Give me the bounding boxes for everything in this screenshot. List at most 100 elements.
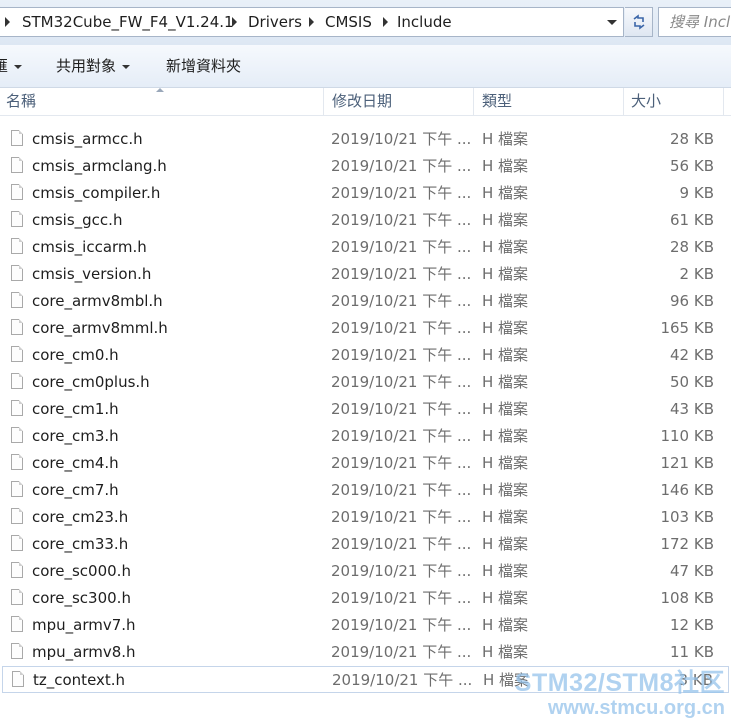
file-modified-date: 2019/10/21 下午 ... (331, 589, 472, 607)
column-header-size[interactable]: 大小 (631, 88, 661, 115)
address-dropdown-icon[interactable] (607, 20, 617, 25)
file-modified-date: 2019/10/21 下午 ... (331, 130, 472, 148)
file-row[interactable]: core_armv8mbl.h 2019/10/21 下午 ... H 檔案 96 K… (0, 288, 731, 315)
file-row[interactable]: core_cm7.h 2019/10/21 下午 ... H 檔案 146 KB (0, 477, 731, 504)
sort-ascending-icon (156, 88, 164, 92)
address-bar: STM32Cube_FW_F4_V1.24.1 Drivers CMSIS In… (0, 0, 731, 45)
file-name: core_cm1.h (32, 400, 119, 418)
breadcrumb-item-include[interactable]: Include (397, 8, 452, 36)
file-row[interactable]: core_cm0plus.h 2019/10/21 下午 ... H 檔案 50 KB (0, 369, 731, 396)
file-size: 121 KB (660, 454, 714, 472)
file-size: 61 KB (670, 211, 714, 229)
command-bar: 匯 共用對象 新增資料夾 (0, 45, 731, 88)
file-icon (11, 292, 23, 308)
file-row[interactable]: core_cm33.h 2019/10/21 下午 ... H 檔案 172 KB (0, 531, 731, 558)
column-divider[interactable] (623, 88, 624, 115)
file-icon (11, 508, 23, 524)
file-row[interactable]: core_armv8mml.h 2019/10/21 下午 ... H 檔案 165 … (0, 315, 731, 342)
file-icon (11, 373, 23, 389)
file-size: 146 KB (660, 481, 714, 499)
file-name: mpu_armv7.h (32, 616, 136, 634)
file-name: cmsis_iccarm.h (32, 238, 147, 256)
file-row[interactable]: tz_context.h 2019/10/21 下午 ... H 檔案 3 KB (2, 666, 729, 693)
file-row[interactable]: core_sc000.h 2019/10/21 下午 ... H 檔案 47 KB (0, 558, 731, 585)
file-modified-date: 2019/10/21 下午 ... (331, 319, 472, 337)
file-name: core_cm0.h (32, 346, 119, 364)
file-icon (12, 671, 24, 687)
file-row[interactable]: cmsis_iccarm.h 2019/10/21 下午 ... H 檔案 28 KB (0, 234, 731, 261)
file-size: 172 KB (660, 535, 714, 553)
refresh-button[interactable] (625, 7, 653, 37)
file-row[interactable]: cmsis_armclang.h 2019/10/21 下午 ... H 檔案 56 … (0, 153, 731, 180)
file-type: H 檔案 (482, 562, 529, 580)
file-size: 43 KB (670, 400, 714, 418)
breadcrumb-separator-icon[interactable] (309, 17, 314, 27)
file-row[interactable]: core_cm1.h 2019/10/21 下午 ... H 檔案 43 KB (0, 396, 731, 423)
column-divider[interactable] (723, 88, 724, 115)
share-with-label: 共用對象 (56, 57, 117, 75)
breadcrumb-separator-icon[interactable] (232, 17, 237, 27)
organize-label: 匯 (0, 57, 9, 75)
file-row[interactable]: cmsis_compiler.h 2019/10/21 下午 ... H 檔案 9 K… (0, 180, 731, 207)
file-icon (11, 643, 23, 659)
file-row[interactable]: cmsis_version.h 2019/10/21 下午 ... H 檔案 2 KB (0, 261, 731, 288)
breadcrumb-separator-icon[interactable] (5, 17, 10, 27)
file-size: 165 KB (660, 319, 714, 337)
chevron-down-icon (122, 64, 131, 69)
watermark-url: www.stmcu.org.cn (547, 697, 725, 719)
file-name: core_armv8mml.h (32, 319, 168, 337)
file-icon (11, 481, 23, 497)
file-row[interactable]: mpu_armv7.h 2019/10/21 下午 ... H 檔案 12 KB (0, 612, 731, 639)
column-header-modified[interactable]: 修改日期 (332, 88, 392, 115)
file-modified-date: 2019/10/21 下午 ... (331, 481, 472, 499)
file-row[interactable]: core_cm3.h 2019/10/21 下午 ... H 檔案 110 KB (0, 423, 731, 450)
file-type: H 檔案 (482, 265, 529, 283)
breadcrumb[interactable]: STM32Cube_FW_F4_V1.24.1 Drivers CMSIS In… (0, 7, 624, 37)
file-row[interactable]: cmsis_armcc.h 2019/10/21 下午 ... H 檔案 28 KB (0, 126, 731, 153)
search-input[interactable]: 搜尋 Inclu (658, 7, 731, 37)
column-divider[interactable] (323, 88, 324, 115)
file-modified-date: 2019/10/21 下午 ... (331, 562, 472, 580)
organize-button[interactable]: 匯 (0, 45, 23, 87)
file-icon (11, 616, 23, 632)
file-row[interactable]: core_sc300.h 2019/10/21 下午 ... H 檔案 108 KB (0, 585, 731, 612)
file-type: H 檔案 (482, 454, 529, 472)
file-icon (11, 157, 23, 173)
file-size: 2 KB (679, 265, 714, 283)
file-row[interactable]: mpu_armv8.h 2019/10/21 下午 ... H 檔案 11 KB (0, 639, 731, 666)
file-row[interactable]: core_cm23.h 2019/10/21 下午 ... H 檔案 103 KB (0, 504, 731, 531)
file-icon (11, 211, 23, 227)
file-icon (11, 184, 23, 200)
column-divider[interactable] (473, 88, 474, 115)
chevron-down-icon (14, 64, 23, 69)
breadcrumb-item-drivers[interactable]: Drivers (248, 8, 302, 36)
file-size: 50 KB (670, 373, 714, 391)
file-row[interactable]: core_cm0.h 2019/10/21 下午 ... H 檔案 42 KB (0, 342, 731, 369)
column-header-type[interactable]: 類型 (482, 88, 512, 115)
column-header-name[interactable]: 名稱 (6, 88, 36, 115)
file-type: H 檔案 (482, 319, 529, 337)
file-type: H 檔案 (482, 211, 529, 229)
file-icon (11, 589, 23, 605)
file-size: 42 KB (670, 346, 714, 364)
file-name: tz_context.h (33, 671, 126, 689)
file-type: H 檔案 (482, 643, 529, 661)
breadcrumb-item-cmsis[interactable]: CMSIS (325, 8, 372, 36)
new-folder-button[interactable]: 新增資料夾 (166, 45, 241, 87)
file-size: 28 KB (670, 238, 714, 256)
file-size: 56 KB (670, 157, 714, 175)
share-with-button[interactable]: 共用對象 (56, 45, 131, 87)
file-size: 47 KB (670, 562, 714, 580)
file-type: H 檔案 (483, 671, 530, 689)
breadcrumb-item-root[interactable]: STM32Cube_FW_F4_V1.24.1 (22, 8, 234, 36)
file-icon (11, 562, 23, 578)
search-placeholder: 搜尋 Inclu (669, 13, 731, 31)
file-name: cmsis_armclang.h (32, 157, 167, 175)
breadcrumb-separator-icon[interactable] (383, 17, 388, 27)
file-modified-date: 2019/10/21 下午 ... (331, 616, 472, 634)
file-name: mpu_armv8.h (32, 643, 136, 661)
file-row[interactable]: cmsis_gcc.h 2019/10/21 下午 ... H 檔案 61 KB (0, 207, 731, 234)
file-icon (11, 319, 23, 335)
file-type: H 檔案 (482, 238, 529, 256)
file-row[interactable]: core_cm4.h 2019/10/21 下午 ... H 檔案 121 KB (0, 450, 731, 477)
